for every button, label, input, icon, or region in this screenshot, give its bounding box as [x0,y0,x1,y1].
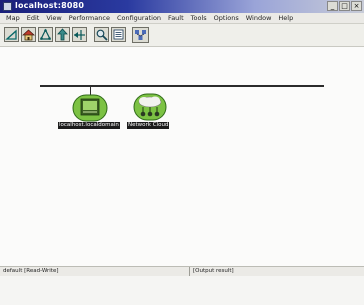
menu-bar: Map Edit View Performance Configuration … [0,13,364,24]
title-bar[interactable]: localhost:8080 _ □ × [0,0,364,13]
menu-configuration[interactable]: Configuration [117,14,161,22]
maximize-button[interactable]: □ [339,1,350,11]
server-node[interactable] [72,94,108,122]
cloud-node[interactable] [133,92,167,122]
cloud-network-icon [133,93,167,121]
home-tool-button[interactable] [21,27,36,42]
network-icon [40,28,51,40]
status-bar: default [Read-Write] [Output result] [0,266,364,276]
status-output: [Output result] [193,268,234,274]
toolbar [0,24,364,47]
search-tool-button[interactable] [94,27,109,42]
triangle-icon [5,29,17,40]
connect-tool-button[interactable] [72,27,87,42]
list-icon [113,29,124,40]
up-arrow-tool-button[interactable] [55,27,70,42]
triangle-tool-button[interactable] [4,27,19,42]
cloud-node-label: Network Cloud [127,122,170,129]
menu-options[interactable]: Options [214,14,239,22]
menu-map[interactable]: Map [6,14,20,22]
server-icon [72,94,108,122]
nodes-tool-button[interactable] [132,27,149,43]
connect-icon [74,30,85,40]
close-button[interactable]: × [351,1,362,11]
menu-edit[interactable]: Edit [27,14,40,22]
menu-window[interactable]: Window [246,14,272,22]
menu-fault[interactable]: Fault [168,14,184,22]
window-controls: _ □ × [327,1,362,11]
map-canvas[interactable]: localhost.localdomain Network Cloud [0,47,364,266]
menu-performance[interactable]: Performance [69,14,110,22]
server-node-label: localhost.localdomain [58,122,120,129]
list-tool-button[interactable] [111,27,126,42]
nodes-icon [135,30,146,40]
home-icon [22,29,35,41]
menu-view[interactable]: View [46,14,61,22]
menu-tools[interactable]: Tools [191,14,207,22]
status-mode: default [Read-Write] [0,267,190,276]
up-arrow-icon [57,28,68,41]
network-bus-line [40,85,324,87]
menu-help[interactable]: Help [278,14,293,22]
minimize-button[interactable]: _ [327,1,338,11]
app-icon [3,2,12,11]
window-title: localhost:8080 [15,1,85,10]
network-tool-button[interactable] [38,27,53,42]
app-window: localhost:8080 _ □ × Map Edit View Perfo… [0,0,364,305]
search-icon [96,29,108,41]
